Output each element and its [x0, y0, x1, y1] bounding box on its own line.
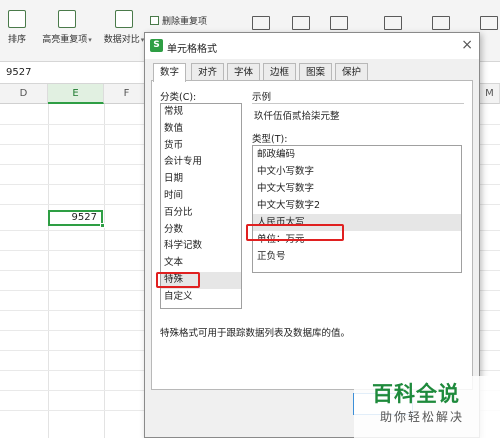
tab-pattern[interactable]: 图案 [299, 63, 333, 81]
column-header-e[interactable]: E [48, 84, 104, 104]
category-label: 分类(C): [160, 92, 197, 103]
tab-protection[interactable]: 保护 [335, 63, 369, 81]
category-item[interactable]: 时间 [161, 188, 241, 205]
delete-duplicates-button[interactable]: 删除重复项 [150, 14, 207, 27]
merge-icon[interactable] [432, 16, 450, 30]
highlight-box-type [246, 224, 344, 241]
watermark-logo-text: 百科全说 [372, 382, 460, 406]
category-item[interactable]: 日期 [161, 171, 241, 188]
formula-bar-value: 9527 [6, 67, 32, 78]
table-icon[interactable] [252, 16, 270, 30]
sample-label: 示例 [252, 92, 272, 103]
category-item[interactable]: 数值 [161, 121, 241, 138]
column-header-m[interactable]: M [480, 84, 500, 104]
highlight-duplicates-button[interactable]: 高亮重复项▾ [38, 10, 96, 58]
data-compare-label: 数据对比 [103, 35, 140, 45]
delete-duplicates-icon [150, 16, 159, 25]
category-item[interactable]: 分数 [161, 222, 241, 239]
highlight-box-category [156, 272, 200, 288]
type-label: 类型(T): [252, 134, 288, 145]
dialog-title: 单元格格式 [167, 44, 217, 55]
data-compare-button[interactable]: 数据对比▾ [100, 10, 148, 58]
watermark-slogan: 助你轻松解决 [380, 410, 465, 424]
category-item[interactable]: 货币 [161, 138, 241, 155]
delete-duplicates-label: 删除重复项 [162, 17, 208, 27]
chevron-down-icon: ▾ [88, 36, 92, 44]
gridline [104, 104, 105, 438]
type-list[interactable]: 邮政编码 中文小写数字 中文大写数字 中文大写数字2 人民币大写 单位：万元 正… [252, 145, 462, 273]
tab-alignment[interactable]: 对齐 [191, 63, 225, 81]
sort-button[interactable]: 排序 [4, 10, 30, 58]
category-item[interactable]: 会计专用 [161, 154, 241, 171]
sort-icon [8, 10, 26, 28]
split-icon[interactable] [384, 16, 402, 30]
wps-app-icon: S [150, 39, 163, 52]
category-item[interactable]: 百分比 [161, 205, 241, 222]
category-item[interactable]: 自定义 [161, 289, 241, 306]
type-item[interactable]: 中文大写数字2 [253, 197, 461, 214]
type-item[interactable]: 正负号 [253, 248, 461, 265]
grid-icon[interactable] [292, 16, 310, 30]
data-compare-icon [115, 10, 133, 28]
close-icon[interactable]: × [461, 37, 473, 53]
active-cell[interactable]: 9527 [48, 210, 103, 226]
highlight-duplicates-icon [58, 10, 76, 28]
format-description: 特殊格式可用于跟踪数据列表及数据库的值。 [160, 328, 351, 339]
type-item[interactable]: 邮政编码 [253, 146, 461, 163]
dialog-title-bar[interactable]: S 单元格格式 × [145, 33, 479, 59]
sample-value: 玖仟伍佰贰拾柒元整 [252, 103, 464, 125]
tab-font[interactable]: 字体 [227, 63, 261, 81]
column-header-d[interactable]: D [0, 84, 48, 104]
record-icon[interactable] [480, 16, 498, 30]
tab-number[interactable]: 数字 [153, 63, 187, 82]
category-item[interactable]: 常规 [161, 104, 241, 121]
sort-label: 排序 [7, 35, 26, 45]
highlight-duplicates-label: 高亮重复项 [42, 35, 88, 45]
category-item[interactable]: 科学记数 [161, 238, 241, 255]
type-item[interactable]: 中文小写数字 [253, 163, 461, 180]
category-item[interactable]: 文本 [161, 255, 241, 272]
fill-handle[interactable] [100, 223, 105, 228]
tab-border[interactable]: 边框 [263, 63, 297, 81]
gridline [48, 104, 49, 438]
list-icon[interactable] [330, 16, 348, 30]
type-item[interactable]: 中文大写数字 [253, 180, 461, 197]
